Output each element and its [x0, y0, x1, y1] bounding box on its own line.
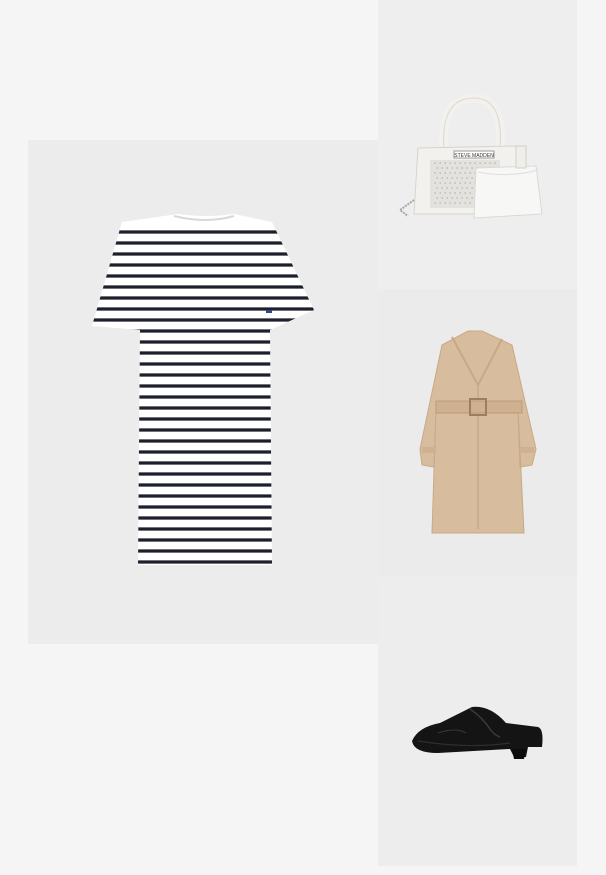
product-tile-dress[interactable]: Striped t-shirt dress [28, 140, 378, 644]
bag-image: STEVE MADDEN [398, 93, 543, 219]
product-tile-shoe[interactable]: Western mules [378, 577, 577, 866]
dress-image [92, 214, 314, 565]
shoe-image [412, 706, 543, 759]
product-tile-bag[interactable]: Handbag STEVE MADDEN [378, 0, 577, 289]
coat-image [419, 330, 537, 534]
bag-brand-text: STEVE MADDEN [454, 153, 494, 159]
product-tile-coat[interactable]: Trench coat [378, 289, 577, 577]
